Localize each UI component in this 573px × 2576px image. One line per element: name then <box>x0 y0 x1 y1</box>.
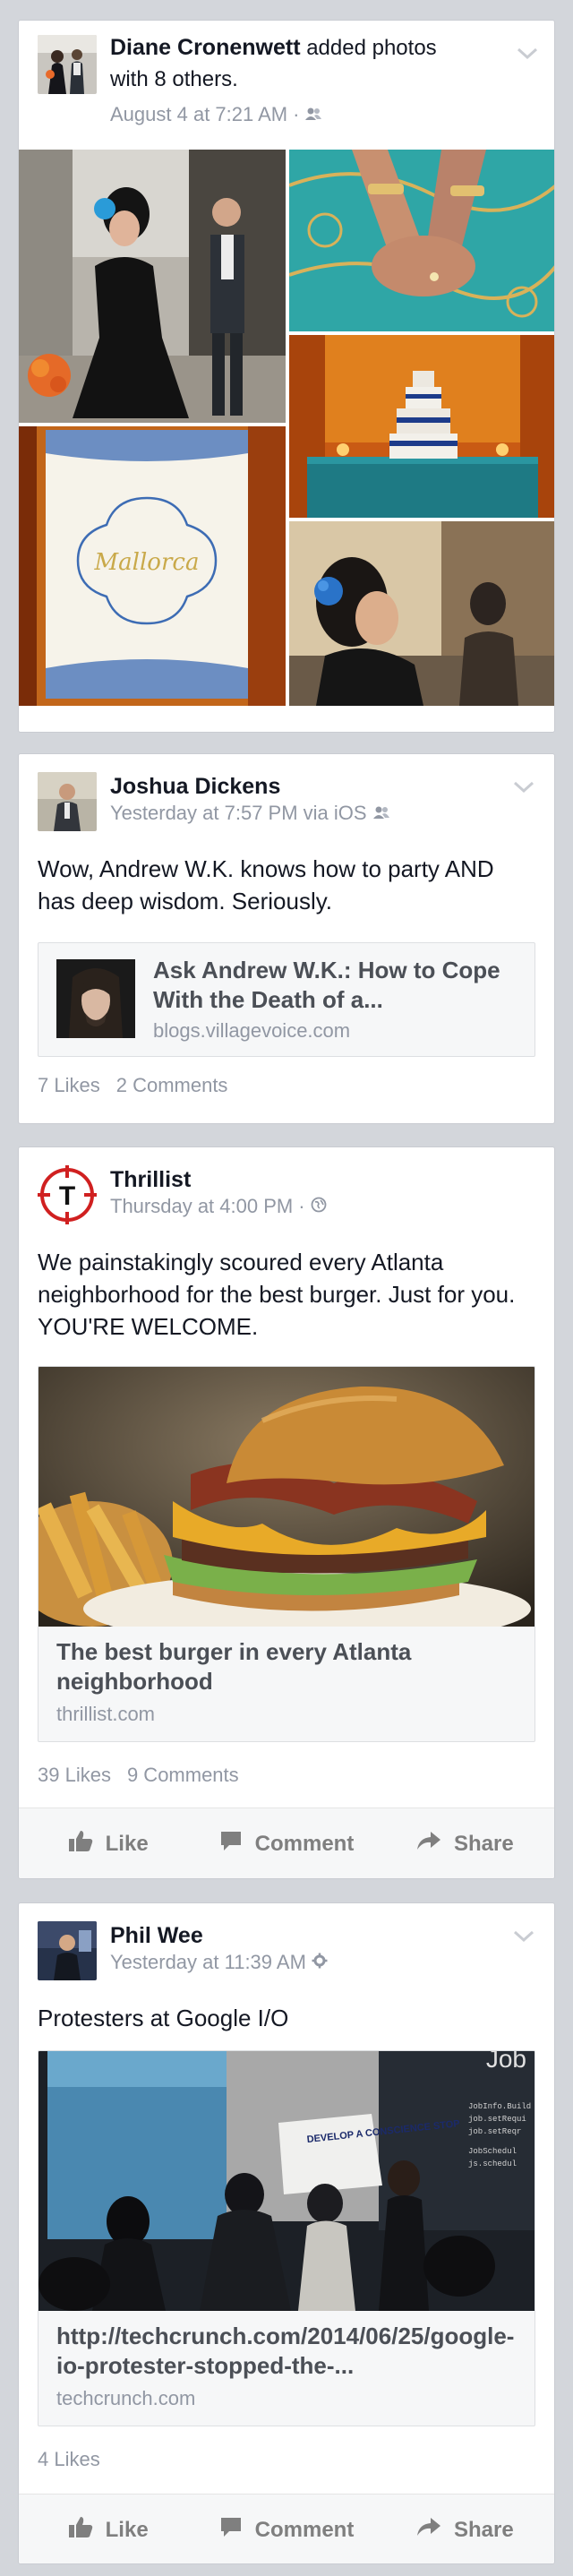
svg-text:T: T <box>59 1181 75 1211</box>
photo-invitation-card[interactable]: Mallorca <box>19 426 286 706</box>
likes-count[interactable]: 4 Likes <box>38 2448 100 2471</box>
engagement-counts: 7 Likes 2 Comments <box>38 1074 227 1097</box>
post-message: We painstakingly scoured every Atlanta n… <box>38 1249 516 1340</box>
author-name[interactable]: Diane Cronenwett <box>110 35 301 60</box>
post-header-text: Thrillist Thursday at 4:00 PM · <box>110 1165 500 1219</box>
photo-post-card: Diane Cronenwett added photos with 8 oth… <box>18 20 555 733</box>
link-preview[interactable]: The best burger in every Atlanta neighbo… <box>38 1366 535 1742</box>
comment-button[interactable]: Comment <box>197 2516 375 2544</box>
post-header-text: Joshua Dickens Yesterday at 7:57 PM via … <box>110 772 500 826</box>
post-timestamp[interactable]: Yesterday at 7:57 PM via iOS <box>110 801 367 826</box>
link-domain: thrillist.com <box>56 1703 156 1725</box>
share-label: Share <box>453 1831 514 1856</box>
invitation-script-text: Mallorca <box>94 549 200 576</box>
svg-text:js.schedul: js.schedul <box>468 2160 517 2168</box>
post-timestamp[interactable]: Yesterday at 11:39 AM <box>110 1950 306 1975</box>
link-thumbnail <box>56 959 135 1038</box>
chevron-down-icon[interactable] <box>513 781 535 798</box>
thumbs-up-icon <box>68 1829 93 1859</box>
comments-count[interactable]: 2 Comments <box>116 1074 228 1097</box>
link-title[interactable]: The best burger in every Atlanta neighbo… <box>56 1637 517 1696</box>
comment-button[interactable]: Comment <box>197 1830 375 1858</box>
friends-icon <box>304 102 322 127</box>
like-label: Like <box>105 2517 149 2542</box>
separator-dot: · <box>293 103 300 125</box>
chevron-down-icon[interactable] <box>513 1930 535 1947</box>
comment-label: Comment <box>254 2517 355 2542</box>
link-text: The best burger in every Atlanta neighbo… <box>56 1637 517 1727</box>
avatar[interactable] <box>38 35 97 94</box>
avatar[interactable]: T <box>38 1165 97 1224</box>
globe-icon <box>311 1194 327 1219</box>
share-label: Share <box>453 2517 514 2542</box>
link-post-card: Phil Wee Yesterday at 11:39 AM Protester… <box>18 1902 555 2564</box>
link-post-card: Joshua Dickens Yesterday at 7:57 PM via … <box>18 753 555 1124</box>
photo-cake-table[interactable] <box>289 335 554 518</box>
chevron-down-icon[interactable] <box>517 47 538 64</box>
engagement-counts: 4 Likes <box>38 2448 100 2471</box>
link-post-card: T Thrillist Thursday at 4:00 PM · We pai… <box>18 1146 555 1879</box>
photo-hands-henna[interactable] <box>289 150 554 331</box>
post-meta: Yesterday at 7:57 PM via iOS <box>110 801 500 826</box>
like-button[interactable]: Like <box>19 1829 197 1859</box>
post-timestamp[interactable]: Thursday at 4:00 PM <box>110 1194 293 1219</box>
post-meta: August 4 at 7:21 AM · <box>110 102 468 127</box>
post-action-bar: Like Comment Share <box>19 2494 554 2563</box>
post-header: Joshua Dickens Yesterday at 7:57 PM via … <box>19 754 554 837</box>
link-domain: techcrunch.com <box>56 2387 196 2409</box>
share-icon <box>416 2517 441 2543</box>
friends-icon <box>372 801 390 826</box>
post-header-text: Diane Cronenwett added photos with 8 oth… <box>110 33 468 127</box>
link-preview[interactable]: Job JobInfo.Build job.setRequi job.setRe… <box>38 2050 535 2426</box>
share-button[interactable]: Share <box>376 1831 554 1857</box>
comment-icon <box>219 1830 243 1858</box>
post-header: Diane Cronenwett added photos with 8 oth… <box>19 21 554 155</box>
comment-label: Comment <box>254 1831 355 1856</box>
likes-count[interactable]: 39 Likes <box>38 1764 111 1787</box>
svg-text:job.setReqr: job.setReqr <box>468 2127 521 2136</box>
link-preview[interactable]: Ask Andrew W.K.: How to Cope With the De… <box>38 942 535 1057</box>
post-action-bar: Like Comment Share <box>19 1807 554 1878</box>
share-button[interactable]: Share <box>376 2517 554 2543</box>
author-name[interactable]: Thrillist <box>110 1165 500 1194</box>
post-timestamp[interactable]: August 4 at 7:21 AM <box>110 102 287 127</box>
svg-text:JobSchedul: JobSchedul <box>468 2147 517 2156</box>
engagement-counts: 39 Likes 9 Comments <box>38 1764 239 1787</box>
separator-dot: · <box>298 1195 305 1217</box>
thumbs-up-icon <box>68 2515 93 2545</box>
author-name[interactable]: Joshua Dickens <box>110 772 500 801</box>
svg-text:Job: Job <box>486 2051 526 2073</box>
author-name[interactable]: Phil Wee <box>110 1921 500 1950</box>
post-message: Wow, Andrew W.K. knows how to party AND … <box>38 855 494 914</box>
like-label: Like <box>105 1831 149 1856</box>
post-header-text: Phil Wee Yesterday at 11:39 AM <box>110 1921 500 1975</box>
photo-bride-profile[interactable] <box>289 521 554 706</box>
post-header: Phil Wee Yesterday at 11:39 AM <box>19 1903 554 1986</box>
link-title[interactable]: http://techcrunch.com/2014/06/25/google-… <box>56 2322 517 2381</box>
link-text: Ask Andrew W.K.: How to Cope With the De… <box>153 956 522 1043</box>
avatar[interactable] <box>38 772 97 831</box>
gear-icon <box>312 1950 328 1975</box>
photo-bride-groom[interactable] <box>19 150 286 423</box>
link-domain: blogs.villagevoice.com <box>153 1019 351 1042</box>
link-text: http://techcrunch.com/2014/06/25/google-… <box>56 2322 517 2411</box>
avatar[interactable] <box>38 1921 97 1980</box>
post-meta: Thursday at 4:00 PM · <box>110 1194 500 1219</box>
svg-text:JobInfo.Build: JobInfo.Build <box>468 2102 531 2111</box>
post-message: Protesters at Google I/O <box>38 2005 289 2031</box>
link-image-burger <box>38 1367 535 1644</box>
post-header: T Thrillist Thursday at 4:00 PM · <box>19 1147 554 1230</box>
post-meta: Yesterday at 11:39 AM <box>110 1950 500 1975</box>
share-icon <box>416 1831 441 1857</box>
svg-text:job.setRequi: job.setRequi <box>468 2115 526 2124</box>
link-image-protest: Job JobInfo.Build job.setRequi job.setRe… <box>38 2051 535 2311</box>
likes-count[interactable]: 7 Likes <box>38 1074 100 1097</box>
comments-count[interactable]: 9 Comments <box>127 1764 239 1787</box>
link-title[interactable]: Ask Andrew W.K.: How to Cope With the De… <box>153 956 522 1015</box>
comment-icon <box>219 2516 243 2544</box>
like-button[interactable]: Like <box>19 2515 197 2545</box>
